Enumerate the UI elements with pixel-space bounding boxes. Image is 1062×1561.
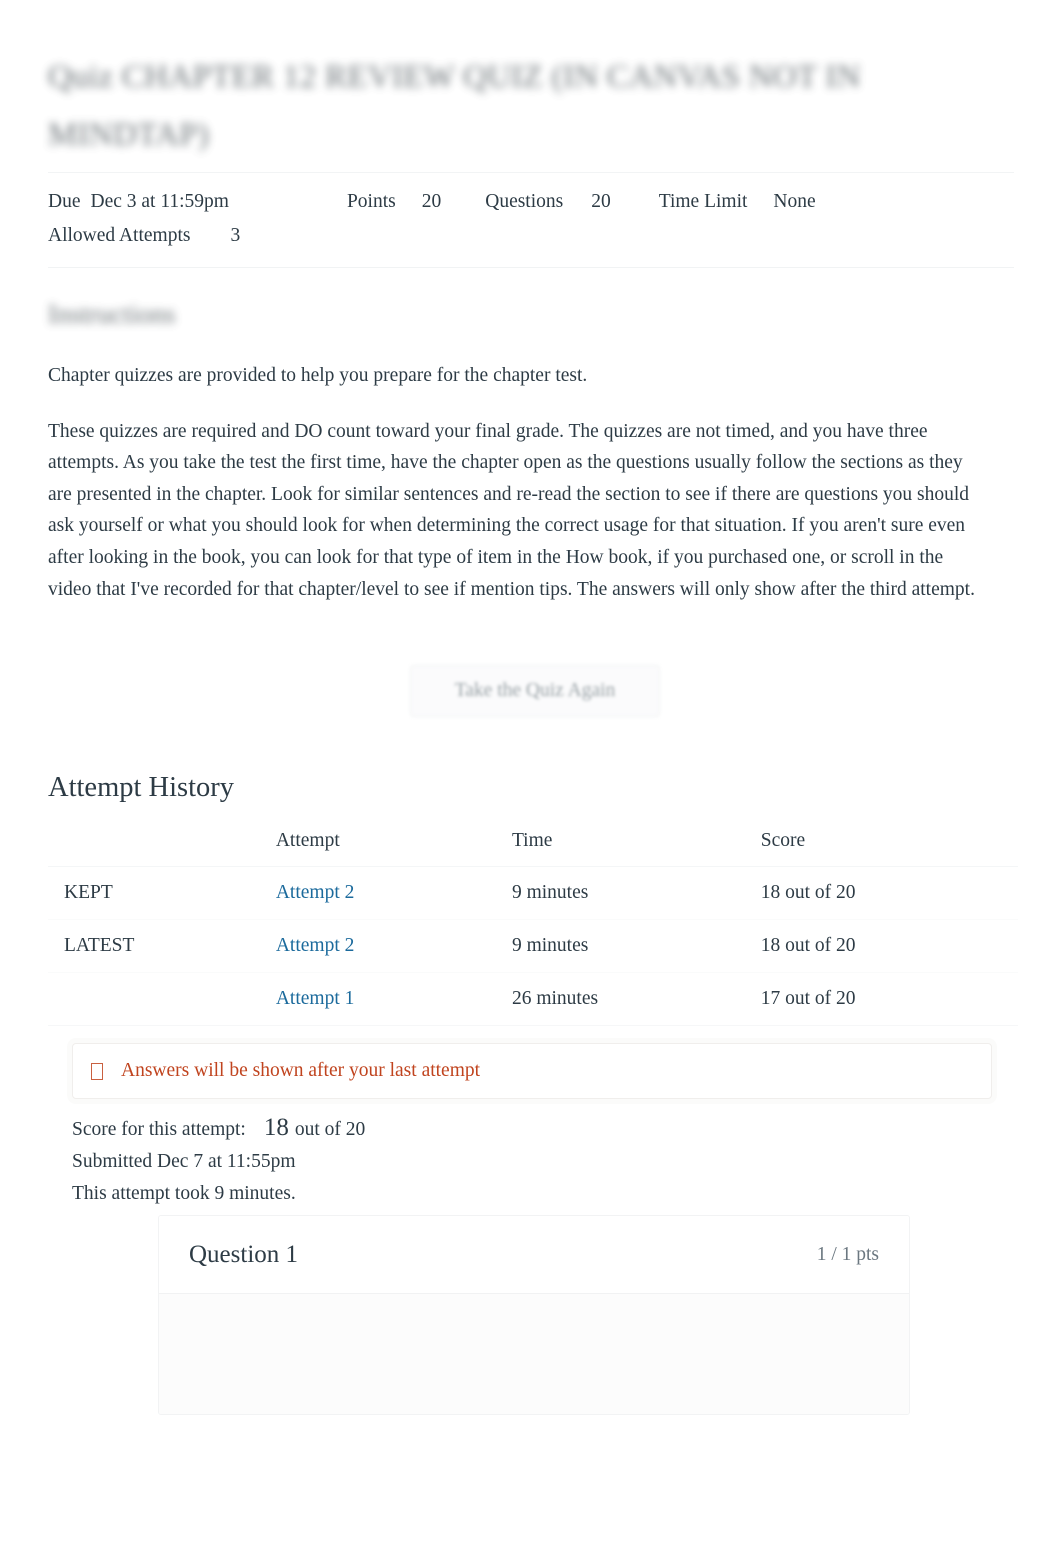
attempt-history-table: Attempt Time Score KEPT Attempt 2 9 minu… (48, 824, 1018, 1026)
score-label: Score for this attempt: (72, 1119, 246, 1140)
time-limit-label: Time Limit (658, 191, 748, 212)
due-label: Due (48, 191, 81, 212)
page-title: Quiz CHAPTER 12 REVIEW QUIZ (IN CANVAS N… (48, 59, 861, 153)
questions-value: 20 (591, 191, 611, 212)
attempt-score: 17 out of 20 (760, 972, 1018, 1026)
attempt-link[interactable]: Attempt 2 (276, 935, 355, 956)
attempt-flag: LATEST (64, 935, 135, 956)
score-value: 18 (263, 1114, 289, 1141)
quiz-results-page: Quiz CHAPTER 12 REVIEW QUIZ (IN CANVAS N… (0, 0, 1062, 1561)
column-header-time: Time (511, 824, 761, 867)
table-row: LATEST Attempt 2 9 minutes 18 out of 20 (48, 919, 1018, 973)
table-row: Attempt 1 26 minutes 17 out of 20 (48, 972, 1018, 1026)
questions-label: Questions (485, 191, 564, 212)
attempt-history-heading: Attempt History (48, 772, 235, 803)
attempt-time: 9 minutes (511, 866, 761, 920)
take-quiz-again-container: Take the Quiz Again (410, 665, 660, 717)
take-quiz-again-button[interactable]: Take the Quiz Again (410, 665, 660, 717)
instructions-heading: Instructions (48, 299, 176, 329)
points-label: Points (346, 191, 396, 212)
submitted-line: Submitted Dec 7 at 11:55pm (72, 1151, 296, 1172)
due-value: Dec 3 at 11:59pm (90, 191, 229, 212)
info-icon (91, 1062, 103, 1080)
score-out-of: out of 20 (294, 1119, 366, 1140)
attempt-link[interactable]: Attempt 1 (276, 988, 355, 1009)
quiz-info-row-attempts: Allowed Attempts 3 (48, 219, 1014, 253)
duration-line: This attempt took 9 minutes. (72, 1183, 296, 1204)
attempt-time: 26 minutes (511, 972, 761, 1026)
attempt-score: 18 out of 20 (760, 866, 1018, 920)
column-header-attempt: Attempt (275, 824, 512, 867)
instructions-paragraph-1: Chapter quizzes are provided to help you… (48, 365, 588, 386)
column-header-score: Score (760, 824, 1018, 867)
question-body (159, 1294, 909, 1414)
question-name: Question 1 (189, 1240, 299, 1268)
score-for-attempt-line: Score for this attempt: 18 out of 20 (72, 1112, 772, 1146)
time-limit-value: None (773, 191, 816, 212)
allowed-attempts-value: 3 (230, 225, 241, 246)
table-header-row: Attempt Time Score (48, 824, 1018, 867)
question-points: 1 / 1 pts (816, 1243, 879, 1265)
allowed-attempts-label: Allowed Attempts (48, 225, 191, 246)
question-card: Question 1 1 / 1 pts (158, 1215, 910, 1415)
attempt-time: 9 minutes (511, 919, 761, 973)
column-header-flag (48, 824, 276, 867)
instructions-paragraph-2: These quizzes are required and DO count … (48, 420, 975, 600)
instructions-body: Chapter quizzes are provided to help you… (48, 360, 978, 629)
attempt-flag: KEPT (64, 882, 113, 903)
attempt-score: 18 out of 20 (760, 919, 1018, 973)
alert-message: Answers will be shown after your last at… (121, 1060, 481, 1081)
points-value: 20 (421, 191, 442, 212)
score-summary: Score for this attempt: 18 out of 20 Submi… (72, 1112, 772, 1210)
question-header: Question 1 1 / 1 pts (159, 1216, 909, 1294)
quiz-info-bar: Due Dec 3 at 11:59pm Points 20 Questions 20 Ti… (48, 172, 1014, 268)
answers-notice-alert: Answers will be shown after your last at… (72, 1043, 992, 1099)
quiz-info-row-primary: Due Dec 3 at 11:59pm Points 20 Questions 20 Ti… (48, 185, 1014, 219)
attempt-link[interactable]: Attempt 2 (276, 882, 355, 903)
table-row: KEPT Attempt 2 9 minutes 18 out of 20 (48, 866, 1018, 920)
